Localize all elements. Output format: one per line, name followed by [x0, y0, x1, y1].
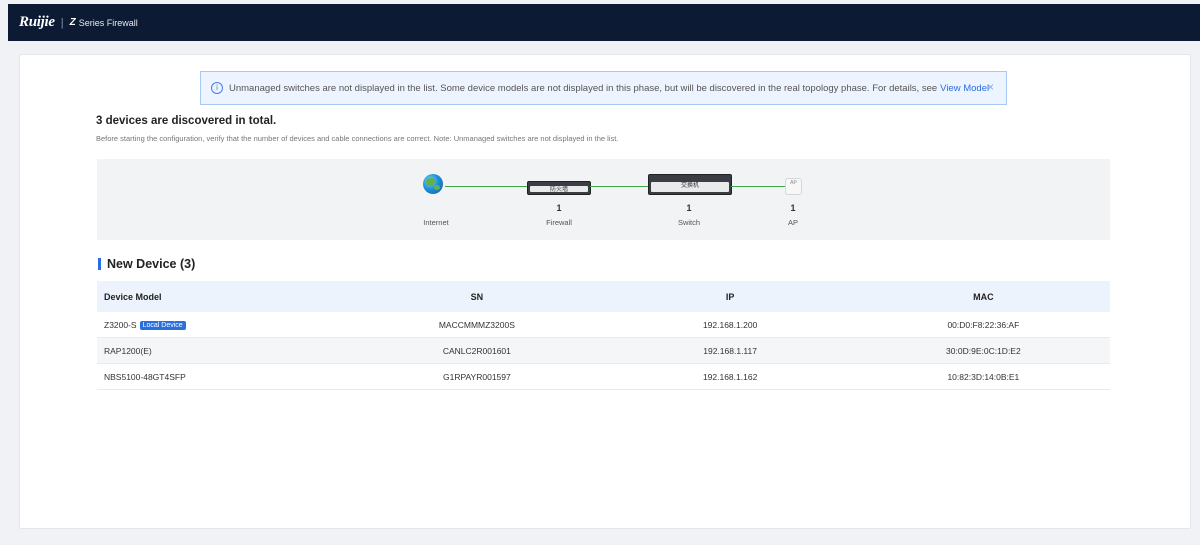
info-alert: i Unmanaged switches are not displayed i… — [200, 71, 1007, 105]
firewall-label: Firewall — [546, 218, 572, 227]
column-ip: IP — [603, 281, 857, 312]
ap-label: AP — [787, 218, 798, 227]
switch-icon: 交换机 — [648, 174, 732, 195]
switch-count: 1 — [686, 203, 692, 213]
mac-cell: 10:82:3D:14:0B:E1 — [856, 363, 1110, 390]
sn-cell: G1RPAYR001597 — [350, 363, 604, 390]
firewall-count: 1 — [556, 203, 562, 213]
column-device-model: Device Model — [97, 281, 351, 312]
device-model: Z3200-S — [104, 319, 137, 330]
device-table: Device Model SN IP MAC Z3200-S Local Devi… — [97, 281, 1110, 390]
globe-icon — [423, 174, 443, 194]
mac-cell: 00:D0:F8:22:36:AF — [856, 312, 1110, 338]
table-header-row: Device Model SN IP MAC — [97, 281, 1110, 312]
brand-separator: | — [60, 16, 64, 29]
topology-link — [445, 186, 527, 187]
ap-count: 1 — [790, 203, 796, 213]
switch-label: Switch — [677, 218, 701, 227]
discovered-description: Before starting the configuration, verif… — [96, 134, 619, 143]
ruijie-logo: Ruijie — [19, 14, 55, 30]
z-series-icon: Z — [69, 17, 76, 28]
ip-cell: 192.168.1.200 — [603, 312, 857, 338]
info-icon: i — [211, 82, 223, 94]
topology-diagram: 防火墙 交换机 AP 1 1 1 Internet Firewall Switc… — [97, 159, 1110, 240]
main-card: i Unmanaged switches are not displayed i… — [19, 54, 1191, 529]
discovered-total-title: 3 devices are discovered in total. — [96, 115, 277, 127]
column-sn: SN — [350, 281, 604, 312]
device-model-cell: NBS5100-48GT4SFP — [97, 363, 351, 390]
table-row: RAP1200(E) CANLC2R001601 192.168.1.117 3… — [97, 337, 1110, 364]
ap-icon: AP — [785, 178, 802, 195]
sn-cell: CANLC2R001601 — [350, 337, 604, 364]
topology-link — [590, 186, 648, 187]
product-name: Series Firewall — [78, 17, 138, 28]
column-mac: MAC — [856, 281, 1110, 312]
alert-text: Unmanaged switches are not displayed in … — [229, 82, 938, 94]
local-device-badge: Local Device — [139, 320, 186, 330]
internet-label: Internet — [423, 218, 449, 227]
mac-cell: 30:0D:9E:0C:1D:E2 — [856, 337, 1110, 364]
sn-cell: MACCMMMZ3200S — [350, 312, 604, 338]
firewall-icon: 防火墙 — [527, 181, 591, 195]
top-navigation-bar: Ruijie | Z Series Firewall — [8, 4, 1200, 41]
topology-link — [731, 186, 785, 187]
ip-cell: 192.168.1.117 — [603, 337, 857, 364]
close-icon[interactable]: × — [987, 80, 994, 94]
device-model-cell: Z3200-S Local Device — [97, 312, 351, 338]
table-row: NBS5100-48GT4SFP G1RPAYR001597 192.168.1… — [97, 363, 1110, 390]
ip-cell: 192.168.1.162 — [603, 363, 857, 390]
section-accent-bar — [98, 258, 101, 270]
new-device-heading: New Device (3) — [98, 257, 195, 271]
view-model-link[interactable]: View Model — [940, 83, 989, 94]
device-model-cell: RAP1200(E) — [97, 337, 351, 364]
table-row: Z3200-S Local Device MACCMMMZ3200S 192.16… — [97, 312, 1110, 338]
switch-face-label: 交换机 — [651, 182, 729, 192]
new-device-title: New Device (3) — [107, 257, 196, 271]
firewall-face-label: 防火墙 — [530, 186, 588, 193]
